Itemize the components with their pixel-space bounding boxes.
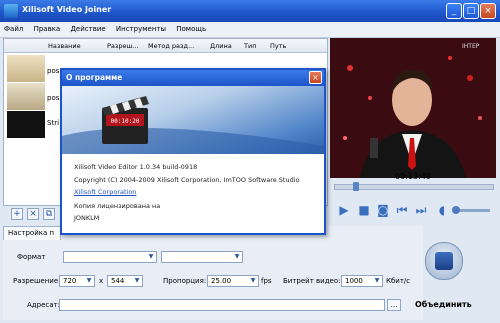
- logo-time: 00:10:20: [111, 118, 140, 125]
- version-text: Xilisoft Video Editor 1.0.34 build-0918: [74, 163, 198, 171]
- copyright-text: Copyright (C) 2004-2009 Xilisoft Corpora…: [74, 176, 300, 184]
- about-dialog: О программе × 00:10:20 Xilisoft Video Ed…: [60, 68, 326, 235]
- height-field[interactable]: 544 ▼: [107, 275, 143, 287]
- menu-file[interactable]: Файл: [0, 22, 27, 33]
- bitrate-unit: Кбит/с: [386, 277, 411, 285]
- thumbnail: [7, 83, 45, 110]
- tab-settings[interactable]: Настройка п: [3, 226, 62, 241]
- column-split-method[interactable]: Метод разд...: [148, 42, 194, 50]
- resolution-label: Разрешение:: [13, 277, 61, 285]
- menu-bar: Файл Правка Действие Инструменты Помощь: [0, 22, 500, 38]
- chevron-down-icon: ▼: [148, 253, 154, 260]
- fps-unit: fps: [261, 277, 272, 285]
- destination-label: Адресат:: [27, 301, 60, 309]
- app-icon: [4, 4, 18, 18]
- column-length[interactable]: Длина: [210, 42, 232, 50]
- destination-field[interactable]: [59, 299, 385, 311]
- height-value: 544: [111, 277, 125, 285]
- prev-frame-icon[interactable]: ⏮: [395, 203, 409, 217]
- remove-icon[interactable]: ×: [27, 208, 39, 220]
- settings-tab-label: Настройка п: [8, 229, 55, 237]
- main-window: Xilisoft Video Joiner _ □ × Файл Правка …: [0, 0, 500, 323]
- list-header: Название Разреш... Метод разд... Длина Т…: [4, 39, 327, 53]
- column-type[interactable]: Тип: [244, 42, 256, 50]
- menu-help[interactable]: Помощь: [172, 22, 210, 33]
- volume-handle[interactable]: [452, 206, 460, 214]
- volume-icon[interactable]: ◖: [435, 203, 449, 217]
- resolution-separator: x: [99, 277, 104, 285]
- thumbnail: [7, 55, 45, 82]
- seek-handle[interactable]: [353, 182, 359, 191]
- preview-frame: ІНТЕР: [330, 38, 496, 178]
- width-value: 720: [63, 277, 77, 285]
- width-field[interactable]: 720 ▼: [59, 275, 95, 287]
- snapshot-icon[interactable]: ◙: [376, 203, 390, 217]
- license-name: JONKLM: [74, 214, 100, 222]
- dialog-banner: 00:10:20: [62, 86, 324, 154]
- chevron-down-icon: ▼: [250, 277, 256, 284]
- title-bar: Xilisoft Video Joiner _ □ ×: [0, 0, 500, 22]
- close-button[interactable]: ×: [480, 3, 496, 19]
- chevron-down-icon: ▼: [234, 253, 240, 260]
- format-select[interactable]: ▼: [63, 251, 157, 263]
- play-icon[interactable]: ▶: [337, 203, 351, 217]
- join-button[interactable]: [425, 242, 463, 280]
- bitrate-label: Битрейт видео:: [283, 277, 341, 285]
- list-item[interactable]: pos: [47, 94, 59, 102]
- dialog-title: О программе: [66, 73, 123, 82]
- framerate-select[interactable]: 25.00 ▼: [207, 275, 259, 287]
- seek-bar[interactable]: [334, 182, 494, 191]
- volume-slider[interactable]: [452, 206, 490, 214]
- menu-tools[interactable]: Инструменты: [112, 22, 170, 33]
- video-preview: ІНТЕР: [330, 38, 496, 178]
- menu-action[interactable]: Действие: [66, 22, 109, 33]
- list-item[interactable]: Stri: [47, 119, 59, 127]
- column-resolution[interactable]: Разреш...: [107, 42, 139, 50]
- chevron-down-icon: ▼: [374, 277, 380, 284]
- company-link[interactable]: Xilisoft Corporation: [74, 188, 136, 196]
- stop-icon[interactable]: ■: [357, 203, 371, 217]
- clapperboard-logo: 00:10:20: [62, 96, 324, 154]
- format-profile-select[interactable]: ▼: [161, 251, 243, 263]
- thumbnail: [7, 111, 45, 138]
- maximize-button[interactable]: □: [463, 3, 479, 19]
- bitrate-value: 1000: [345, 277, 363, 285]
- add-icon[interactable]: +: [11, 208, 23, 220]
- film-join-icon: [435, 252, 453, 270]
- copy-icon[interactable]: ⧉: [43, 208, 55, 220]
- framerate-label: Пропорция:: [163, 277, 207, 285]
- chevron-down-icon: ▼: [134, 277, 140, 284]
- dialog-title-bar: О программе ×: [62, 70, 324, 86]
- settings-panel: Формат ▼ ▼ Разрешение: 720 ▼ x 544 ▼ Пропо…: [3, 240, 423, 320]
- framerate-value: 25.00: [211, 277, 232, 285]
- bitrate-select[interactable]: 1000 ▼: [341, 275, 383, 287]
- column-name[interactable]: Название: [48, 42, 81, 50]
- format-label: Формат: [17, 253, 46, 261]
- menu-edit[interactable]: Правка: [30, 22, 65, 33]
- list-item[interactable]: pos: [47, 67, 59, 75]
- browse-button[interactable]: ...: [387, 299, 401, 311]
- next-frame-icon[interactable]: ⏭: [414, 203, 428, 217]
- time-display: 00:13:49: [395, 172, 431, 181]
- join-label[interactable]: Объединить: [415, 300, 472, 309]
- dialog-close-button[interactable]: ×: [309, 71, 322, 84]
- channel-logo: ІНТЕР: [462, 43, 480, 50]
- minimize-button[interactable]: _: [446, 3, 462, 19]
- chevron-down-icon: ▼: [86, 277, 92, 284]
- window-title: Xilisoft Video Joiner: [22, 5, 112, 14]
- license-label: Копия лицензирована на: [74, 202, 161, 210]
- column-path[interactable]: Путь: [270, 42, 286, 50]
